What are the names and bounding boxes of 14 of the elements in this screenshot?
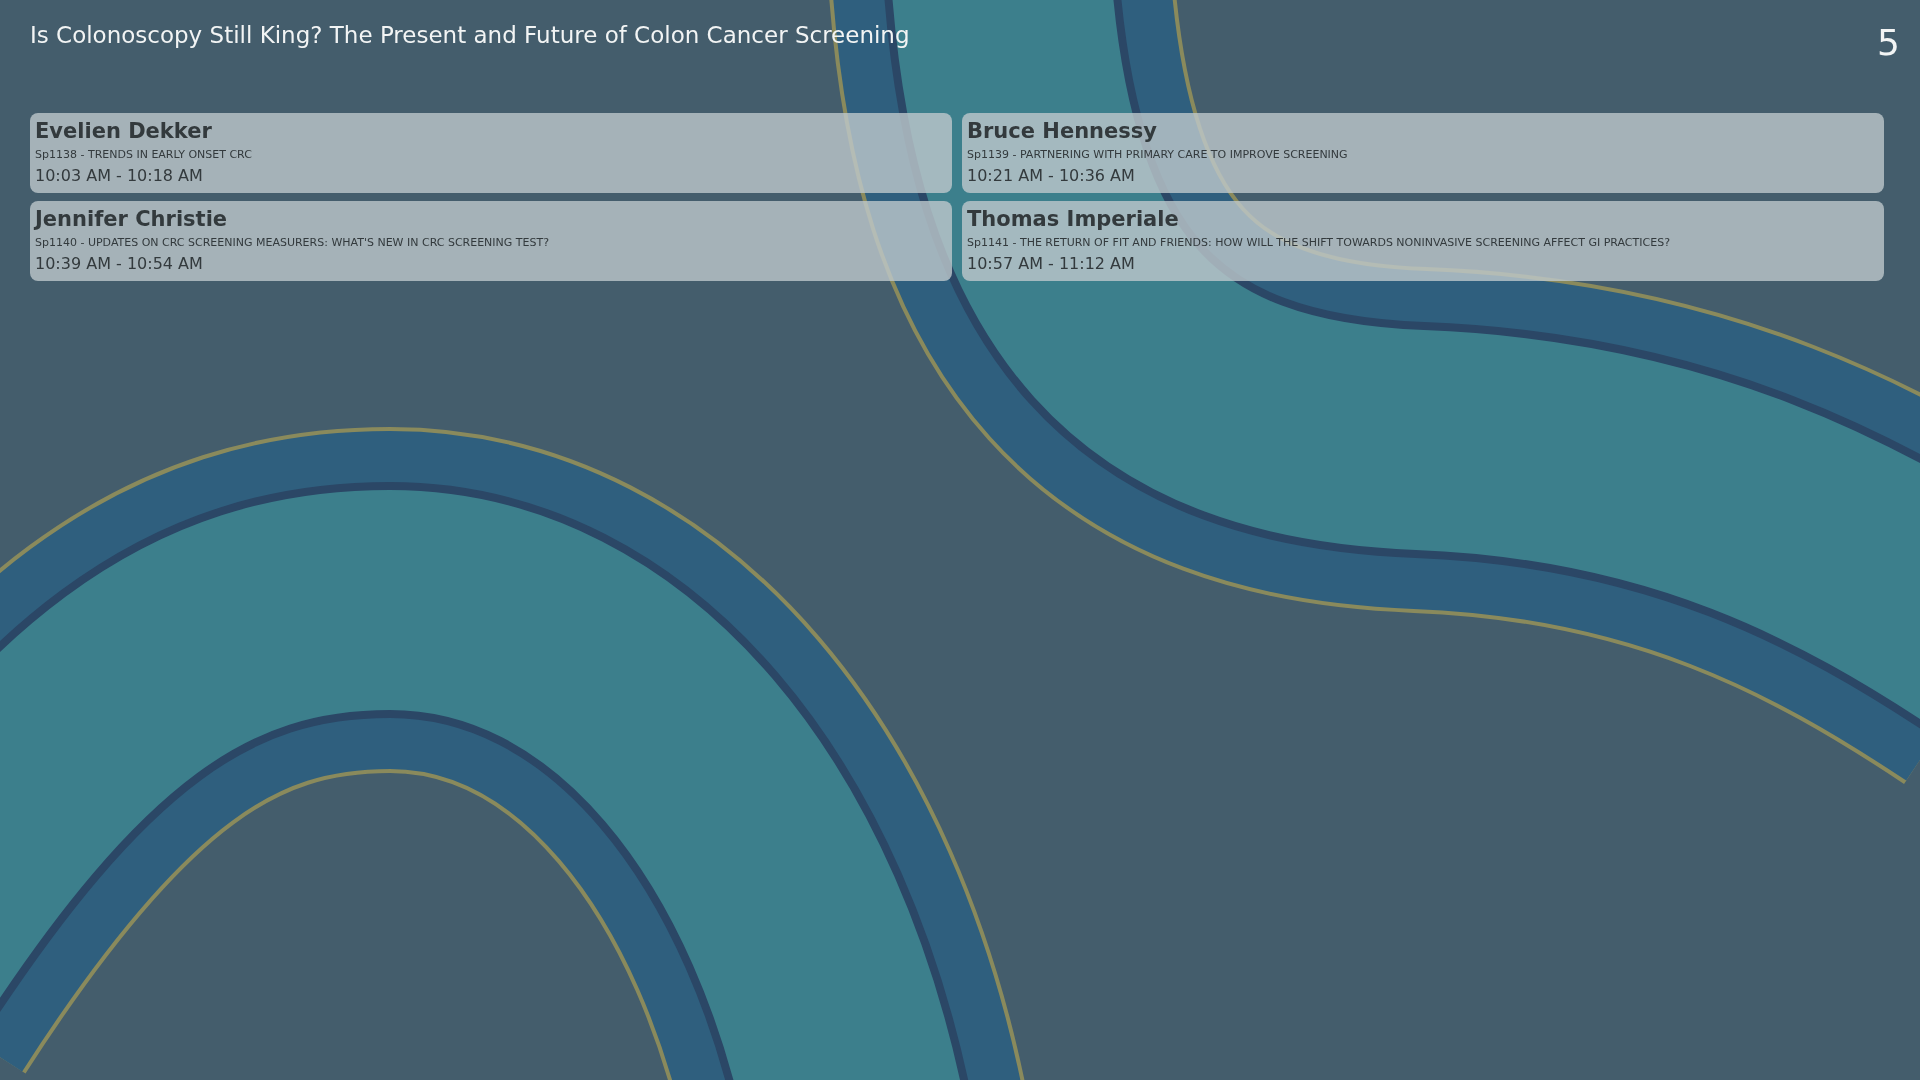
speaker-name: Bruce Hennessy [967, 119, 1158, 143]
speaker-name: Jennifer Christie [35, 207, 229, 231]
speaker-name: Thomas Imperiale [967, 207, 1180, 231]
talk-title: Sp1138 - TRENDS IN EARLY ONSET CRC [35, 148, 253, 161]
session-time: 10:21 AM - 10:36 AM [967, 166, 1136, 185]
session-time: 10:57 AM - 11:12 AM [967, 254, 1136, 273]
slide-title: Is Colonoscopy Still King? The Present and Future of Colon Cancer Screening [30, 21, 910, 48]
session-time: 10:39 AM - 10:54 AM [35, 254, 204, 273]
page-number: 5 [1877, 22, 1900, 63]
talk-title: Sp1140 - UPDATES ON CRC SCREENING MEASURERS: WHAT'S NEW IN CRC SCREENING TEST? [35, 236, 551, 249]
speaker-name: Evelien Dekker [35, 119, 213, 143]
talk-title: Sp1139 - PARTNERING WITH PRIMARY CARE TO IMPROVE SCREENING [967, 148, 1349, 161]
session-time: 10:03 AM - 10:18 AM [35, 166, 204, 185]
talk-title: Sp1141 - THE RETURN OF FIT AND FRIENDS: HOW WILL THE SHIFT TOWARDS NONINVASIVE SCREENING AFFECT GI PRACTICES? [967, 236, 1671, 249]
